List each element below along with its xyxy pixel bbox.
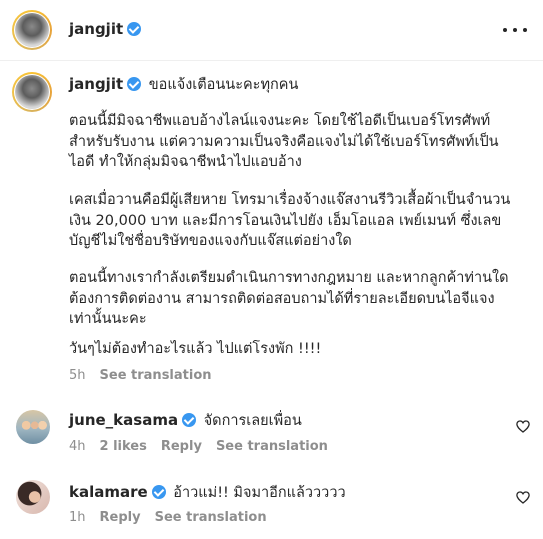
- caption-line: ตอนนี้ทางเรากำลังเตรียมดำเนินการทางกฎหมา…: [69, 270, 509, 286]
- caption-line: ไอดี ทำให้กลุ่มมิจฉาชีพนำไปแอบอ้าง: [69, 154, 302, 170]
- reply-button[interactable]: Reply: [100, 510, 141, 525]
- post-header: jangjit: [0, 0, 543, 61]
- comment-timestamp[interactable]: 4h: [69, 439, 86, 454]
- caption-line: เคสเมื่อวานคือมีผู้เสียหาย โทรมาเรื่องจ้…: [69, 192, 511, 208]
- caption-timestamp[interactable]: 5h: [69, 368, 86, 383]
- comment-1: june_kasama จัดการเลยเพื่อน: [69, 410, 302, 432]
- more-options-icon[interactable]: [503, 22, 527, 38]
- caption-line: ต้องการติดต่องาน สามารถติดต่อสอบถามได้ที…: [69, 290, 495, 307]
- caption-avatar: [15, 75, 49, 109]
- caption-username[interactable]: jangjit: [69, 75, 123, 93]
- caption-story-ring[interactable]: [12, 72, 52, 112]
- verified-badge-icon: [127, 22, 142, 36]
- comment-avatar-kalamare[interactable]: [16, 480, 50, 514]
- caption-paragraph-3: ตอนนี้ทางเรากำลังเตรียมดำเนินการทางกฎหมา…: [69, 268, 509, 330]
- likes-count[interactable]: 2 likes: [100, 439, 147, 454]
- comment-avatar-june-kasama[interactable]: [16, 410, 50, 444]
- caption-meta: 5h See translation: [69, 368, 212, 383]
- caption-line: เงิน 20,000 บาท และมีการโอนเงินไปยัง เอ็…: [69, 212, 502, 229]
- see-translation-button[interactable]: See translation: [100, 368, 212, 383]
- avatar: [15, 13, 49, 47]
- like-heart-icon[interactable]: [516, 491, 530, 504]
- comment-timestamp[interactable]: 1h: [69, 510, 86, 525]
- see-translation-button[interactable]: See translation: [216, 439, 328, 454]
- caption-line: ตอนนี้มีมิจฉาชีพแอบอ้างไลน์แจงนะคะ โดยใช…: [69, 113, 491, 129]
- comment-username[interactable]: june_kasama: [69, 411, 178, 429]
- comment-1-meta: 4h 2 likes Reply See translation: [69, 439, 328, 454]
- header-username-label[interactable]: jangjit: [69, 20, 123, 38]
- header-username[interactable]: jangjit: [69, 20, 142, 38]
- comment-username[interactable]: kalamare: [69, 483, 148, 501]
- verified-badge-icon: [182, 413, 197, 427]
- comment-2-meta: 1h Reply See translation: [69, 510, 267, 525]
- verified-badge-icon: [151, 485, 166, 499]
- see-translation-button[interactable]: See translation: [155, 510, 267, 525]
- comment-text: จัดการเลยเพื่อน: [203, 413, 302, 429]
- comment-2: kalamare อ้าวแม่!! มิจมาอีกแล้ววววว: [69, 482, 346, 504]
- caption-paragraph-1: ตอนนี้มีมิจฉาชีพแอบอ้างไลน์แจงนะคะ โดยใช…: [69, 111, 499, 173]
- verified-badge-icon: [127, 77, 142, 91]
- reply-button[interactable]: Reply: [161, 439, 202, 454]
- caption-line: บัญชีไม่ใช่ชื่อบริษัทของแจงกับแจ๊สแต่อย่…: [69, 233, 352, 249]
- caption-intro: ขอแจ้งเตือนนะคะทุกคน: [148, 77, 299, 93]
- caption-paragraph-4: วันๆไม่ต้องทำอะไรแล้ว ไปแต่โรงพัก !!!!: [69, 339, 321, 360]
- story-ring[interactable]: [12, 10, 52, 50]
- comment-text: อ้าวแม่!! มิจมาอีกแล้ววววว: [173, 485, 346, 501]
- caption-line: เท่านั้นนะคะ: [69, 311, 147, 327]
- caption-paragraph-2: เคสเมื่อวานคือมีผู้เสียหาย โทรมาเรื่องจ้…: [69, 190, 510, 252]
- like-heart-icon[interactable]: [516, 420, 530, 433]
- caption-first-line: jangjit ขอแจ้งเตือนนะคะทุกคน: [69, 74, 298, 96]
- caption-line: วันๆไม่ต้องทำอะไรแล้ว ไปแต่โรงพัก !!!!: [69, 341, 322, 357]
- caption-line: สำหรับรับงาน แต่ความความเป็นจริงคือแจงไม…: [69, 133, 499, 150]
